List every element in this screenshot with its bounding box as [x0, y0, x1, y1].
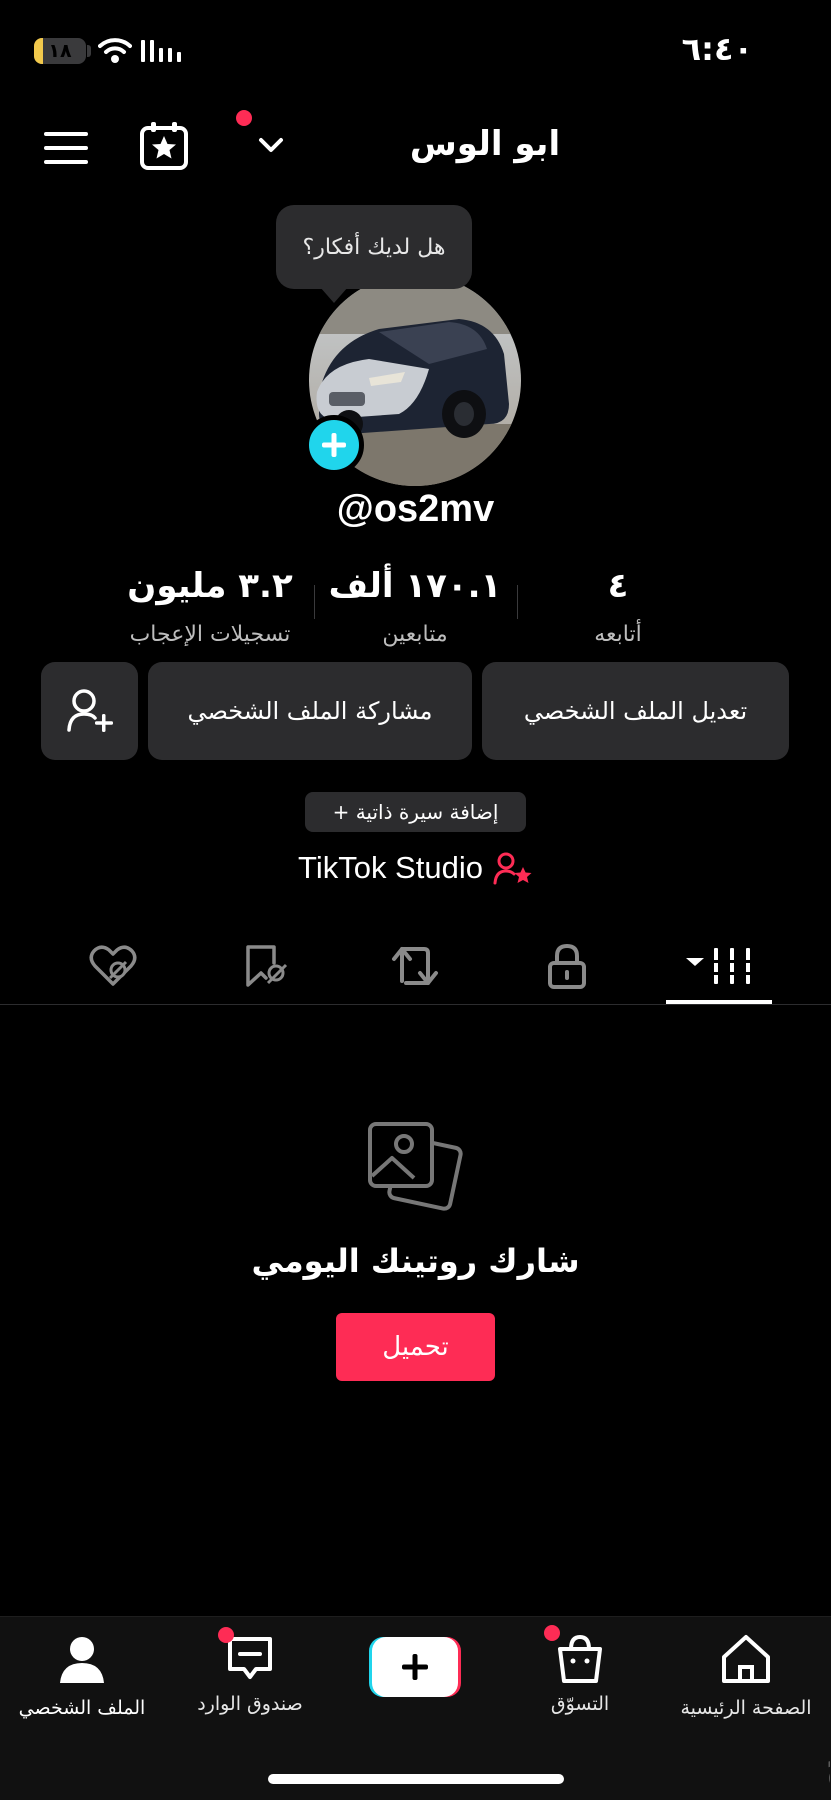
shopping-bag-icon [558, 1634, 602, 1683]
tab-reposts[interactable] [362, 933, 468, 999]
status-time: ٦:٤٠ [681, 30, 753, 68]
heart-hidden-icon [89, 945, 137, 986]
nav-profile-label: الملف الشخصي [18, 1697, 146, 1719]
battery-cap [87, 45, 91, 57]
nav-home-label: الصفحة الرئيسية [680, 1697, 812, 1719]
ideas-tooltip[interactable]: هل لديك أفكار؟ [276, 205, 472, 303]
repost-icon [392, 947, 438, 985]
tiktok-studio-link[interactable]: TikTok Studio [0, 850, 831, 886]
nav-shop[interactable]: التسوّق [500, 1625, 660, 1715]
nav-home[interactable]: الصفحة الرئيسية [666, 1631, 826, 1719]
battery-icon: ١٨ [34, 38, 86, 64]
share-profile-button[interactable]: مشاركة الملف الشخصي [148, 662, 472, 760]
tab-videos[interactable] [666, 933, 772, 999]
nav-shop-label: التسوّق [550, 1693, 610, 1715]
calendar-star-icon[interactable] [138, 120, 190, 172]
nav-inbox-label: صندوق الوارد [197, 1693, 303, 1715]
stat-likes-value: ٣.٢ مليون [127, 566, 293, 606]
grid-dropdown-icon [686, 948, 754, 984]
stat-likes-label: تسجيلات الإعجاب [129, 622, 291, 647]
add-user-icon [66, 689, 113, 732]
bookmark-hidden-icon [246, 945, 288, 987]
stat-following[interactable]: ٤ أتابعه [508, 566, 728, 647]
home-icon [722, 1635, 770, 1683]
status-bar: ١٨ ٦:٤٠ [0, 0, 831, 100]
profile-header: ابو الوس [0, 100, 831, 200]
edit-profile-button[interactable]: تعديل الملف الشخصي [482, 662, 789, 760]
add-bio-button[interactable]: + إضافة سيرة ذاتية [305, 792, 526, 832]
haraj-watermark-logo: حراج [825, 1737, 830, 1791]
user-star-icon [493, 852, 532, 885]
inbox-icon-wrap [218, 1627, 278, 1687]
shop-notification-dot [544, 1625, 560, 1641]
create-button[interactable] [369, 1637, 461, 1697]
empty-state-title: شارك روتينك اليومي [251, 1242, 580, 1280]
battery-level: ١٨ [48, 40, 72, 62]
wifi-icon [98, 38, 132, 63]
account-switcher-title[interactable]: ابو الوس [380, 124, 590, 164]
shop-icon-wrap [544, 1625, 608, 1687]
stat-following-value: ٤ [607, 566, 629, 606]
stat-following-label: أتابعه [594, 622, 642, 647]
notification-dot [236, 110, 252, 126]
plus-icon [322, 433, 346, 457]
home-indicator [268, 1774, 564, 1784]
content-tabs [0, 925, 831, 1005]
lock-icon [548, 943, 586, 989]
stat-followers-value: ١٧٠.١ ألف [328, 566, 502, 606]
chevron-down-icon[interactable] [256, 130, 286, 160]
nav-inbox[interactable]: صندوق الوارد [170, 1627, 330, 1715]
upload-button[interactable]: تحميل [336, 1313, 495, 1381]
menu-icon[interactable] [44, 130, 88, 166]
tab-indicator [666, 1000, 772, 1004]
tab-private[interactable] [514, 933, 620, 999]
stat-followers[interactable]: ١٧٠.١ ألف متابعين [305, 566, 525, 647]
svg-text:حراج: حراج [825, 1737, 830, 1791]
nav-profile[interactable]: الملف الشخصي [2, 1631, 162, 1719]
tab-favorites[interactable] [212, 933, 318, 999]
add-avatar-button[interactable] [304, 415, 364, 475]
stat-followers-label: متابعين [382, 622, 448, 647]
tab-liked[interactable] [60, 933, 166, 999]
stat-likes[interactable]: ٣.٢ مليون تسجيلات الإعجاب [100, 566, 320, 647]
tiktok-studio-label: TikTok Studio [298, 850, 483, 885]
inbox-notification-dot [218, 1627, 234, 1643]
photo-stack-icon [368, 1122, 463, 1211]
signal-icon [141, 40, 181, 62]
profile-icon [60, 1637, 104, 1683]
add-friends-button[interactable] [41, 662, 138, 760]
profile-handle: @os2mv [336, 488, 495, 530]
